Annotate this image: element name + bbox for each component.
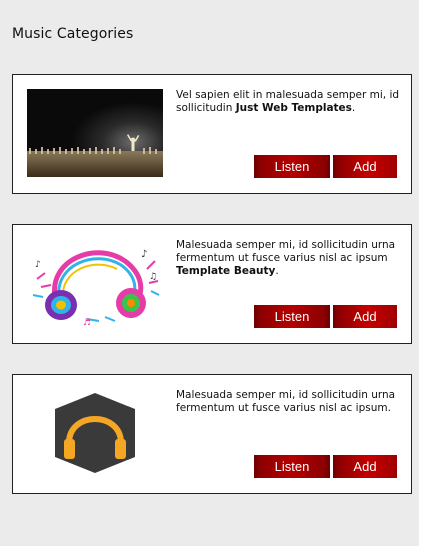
description-highlight: Template Beauty bbox=[176, 265, 276, 277]
svg-text:♪: ♪ bbox=[141, 249, 147, 260]
add-button[interactable]: Add bbox=[333, 455, 397, 478]
colorful-headphones-image: ♪ ♫ ♪ ♬ bbox=[27, 239, 163, 327]
concert-crowd-image bbox=[27, 89, 163, 177]
page-title: Music Categories bbox=[12, 26, 134, 42]
category-description: Malesuada semper mi, id sollicitudin urn… bbox=[176, 239, 396, 277]
content-panel: Music Categories Vel sapien elit in male… bbox=[0, 0, 419, 546]
add-button[interactable]: Add bbox=[333, 305, 397, 328]
category-description: Vel sapien elit in malesuada semper mi, … bbox=[176, 89, 400, 114]
svg-text:♪: ♪ bbox=[35, 260, 41, 270]
svg-text:♬: ♬ bbox=[83, 318, 91, 327]
category-card: Vel sapien elit in malesuada semper mi, … bbox=[12, 74, 412, 194]
category-description: Malesuada semper mi, id sollicitudin urn… bbox=[176, 389, 396, 414]
add-button[interactable]: Add bbox=[333, 155, 397, 178]
svg-text:♫: ♫ bbox=[149, 272, 157, 282]
headphones-hexagon-icon bbox=[27, 389, 163, 477]
listen-button[interactable]: Listen bbox=[254, 305, 330, 328]
description-highlight: Just Web Templates bbox=[235, 102, 352, 114]
category-card: ♪ ♫ ♪ ♬ Malesuada semper mi, id sollicit… bbox=[12, 224, 412, 344]
category-card: Malesuada semper mi, id sollicitudin urn… bbox=[12, 374, 412, 494]
listen-button[interactable]: Listen bbox=[254, 155, 330, 178]
listen-button[interactable]: Listen bbox=[254, 455, 330, 478]
